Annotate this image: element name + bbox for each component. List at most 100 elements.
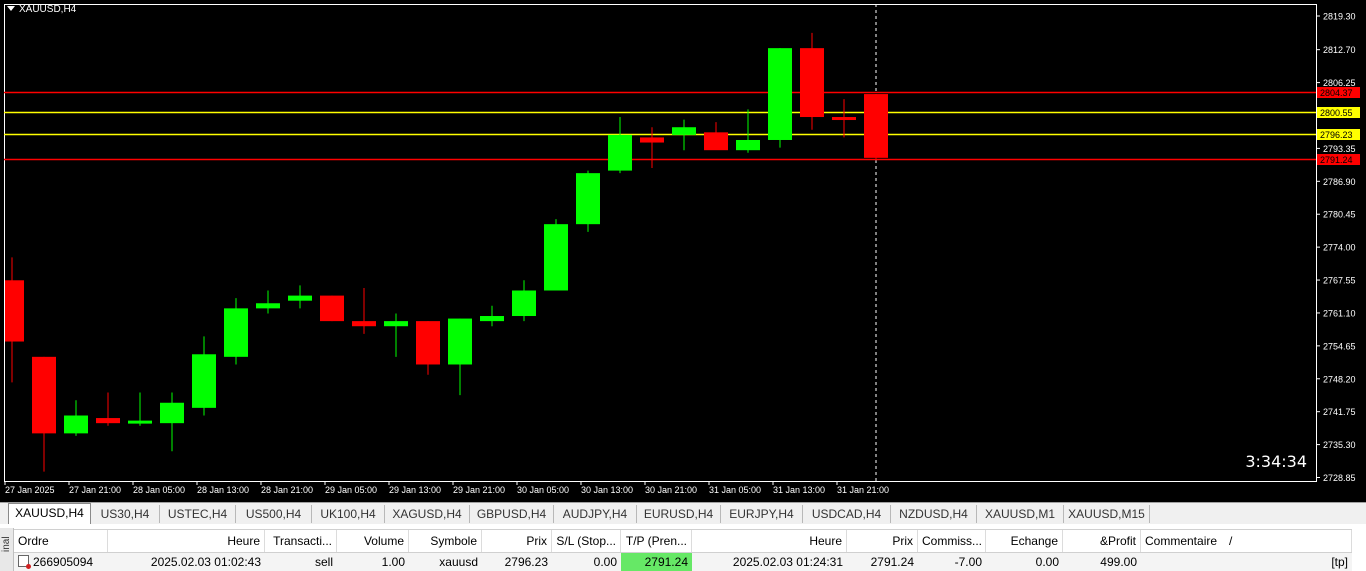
cell-sl: 0.00: [593, 555, 617, 569]
column-header-commentaire[interactable]: Commentaire /: [1141, 530, 1352, 552]
candle-body: [5, 280, 24, 342]
tab-xauusd-h4[interactable]: XAUUSD,H4: [8, 503, 91, 524]
column-header-prix-close[interactable]: Prix: [847, 530, 918, 552]
tab-ustec-h4[interactable]: USTEC,H4: [160, 505, 236, 523]
price-level-label: 2804.37: [1320, 88, 1353, 98]
column-header-sl[interactable]: S/L (Stop...: [552, 530, 621, 552]
y-tick-label: 2774.00: [1323, 243, 1356, 253]
candle-body: [448, 318, 472, 365]
chart-symbol-label: XAUUSD,H4: [19, 4, 77, 15]
x-tick-label: 29 Jan 13:00: [389, 485, 441, 495]
y-tick-label: 2806.25: [1323, 78, 1356, 88]
sort-indicator: /: [1229, 534, 1233, 548]
chart-window[interactable]: 2819.30 2812.70 2806.25 2800.55 2793.35 2786.…: [0, 0, 1366, 502]
tab-usdcad-h4[interactable]: USDCAD,H4: [803, 505, 891, 523]
chart-title: XAUUSD,H4: [7, 4, 76, 16]
x-tick-label: 30 Jan 05:00: [517, 485, 569, 495]
candle-body: [544, 224, 568, 291]
tab-us500-h4[interactable]: US500,H4: [236, 505, 312, 523]
tab-eurusd-h4[interactable]: EURUSD,H4: [637, 505, 721, 523]
tab-gbpusd-h4[interactable]: GBPUSD,H4: [470, 505, 554, 523]
terminal-side-label: inal: [0, 528, 14, 571]
y-tick-label: 2780.45: [1323, 210, 1356, 220]
y-tick-label: 2761.10: [1323, 308, 1356, 318]
cell-transaction: sell: [314, 555, 333, 569]
tab-xagusd-h4[interactable]: XAGUSD,H4: [385, 505, 470, 523]
tab-audjpy-h4[interactable]: AUDJPY,H4: [554, 505, 637, 523]
column-header-prix-open[interactable]: Prix: [482, 530, 552, 552]
column-header-commission[interactable]: Commiss...: [918, 530, 986, 552]
y-tick-label: 2812.70: [1323, 45, 1356, 55]
candle-body: [768, 48, 792, 140]
y-tick-label: 2748.20: [1323, 374, 1356, 384]
chart-tabs-bar: XAUUSD,H4 US30,H4 USTEC,H4 US500,H4 UK100,H4…: [0, 502, 1366, 524]
column-header-tp[interactable]: T/P (Pren...: [621, 530, 692, 552]
x-tick-label: 27 Jan 2025: [5, 485, 55, 495]
cell-heure-close: 2025.02.03 01:24:31: [732, 555, 843, 569]
dropdown-triangle-icon[interactable]: [7, 6, 15, 11]
x-tick-label: 29 Jan 21:00: [453, 485, 505, 495]
candle-body: [480, 316, 504, 322]
candle-body: [64, 415, 88, 434]
y-tick-label: 2741.75: [1323, 407, 1356, 417]
x-tick-label: 30 Jan 21:00: [645, 485, 697, 495]
tab-xauusd-m15[interactable]: XAUUSD,M15: [1064, 505, 1150, 523]
candle-body: [256, 303, 280, 309]
price-level-label: 2800.55: [1320, 108, 1353, 118]
candle-countdown-timer: 3:34:34: [1245, 452, 1307, 471]
cell-tp: 2791.24: [621, 553, 692, 571]
column-header-ordre[interactable]: Ordre: [14, 530, 108, 552]
plot-border: [4, 4, 1317, 482]
column-header-profit[interactable]: &Profit: [1063, 530, 1141, 552]
tab-us30-h4[interactable]: US30,H4: [91, 505, 160, 523]
cell-volume: 1.00: [381, 555, 405, 569]
candle-body: [224, 308, 248, 357]
candle-body: [800, 48, 824, 118]
tab-xauusd-m1[interactable]: XAUUSD,M1: [977, 505, 1064, 523]
x-tick-label: 27 Jan 21:00: [69, 485, 121, 495]
cell-echange: 0.00: [1035, 555, 1059, 569]
candle-body: [640, 137, 664, 143]
candle-body: [608, 134, 632, 171]
candle-body: [32, 356, 56, 434]
y-tick-label: 2819.30: [1323, 12, 1356, 22]
column-header-heure-close[interactable]: Heure: [692, 530, 847, 552]
candle-body: [160, 402, 184, 424]
column-header-heure-open[interactable]: Heure: [108, 530, 265, 552]
candle-body: [96, 418, 120, 424]
column-header-symbole[interactable]: Symbole: [409, 530, 482, 552]
y-tick-label: 2767.55: [1323, 276, 1356, 286]
cell-prix-close: 2791.24: [870, 555, 914, 569]
candle-body: [512, 290, 536, 317]
candle-body: [576, 173, 600, 225]
price-chart[interactable]: 2819.30 2812.70 2806.25 2800.55 2793.35 2786.…: [0, 0, 1366, 502]
tab-eurjpy-h4[interactable]: EURJPY,H4: [721, 505, 803, 523]
column-header-transaction[interactable]: Transacti...: [265, 530, 337, 552]
terminal-panel: inal Ordre Heure Transacti... Volume Symbole…: [0, 524, 1366, 571]
trade-table-header: Ordre Heure Transacti... Volume Symbole Prix S…: [14, 529, 1352, 553]
candle-body: [416, 321, 440, 365]
candle-body: [352, 321, 376, 327]
order-icon: [18, 555, 31, 569]
cell-commentaire: [tp]: [1331, 555, 1348, 569]
column-header-echange[interactable]: Echange: [986, 530, 1063, 552]
candle-body: [672, 127, 696, 135]
cell-profit: 499.00: [1100, 555, 1137, 569]
table-row[interactable]: 266905094 2025.02.03 01:02:43 sell 1.00 xauu…: [14, 553, 1352, 571]
y-tick-label: 2793.35: [1323, 144, 1356, 154]
y-tick-label: 2728.85: [1323, 473, 1356, 483]
cell-prix-open: 2796.23: [504, 555, 548, 569]
candle-body: [320, 295, 344, 322]
column-header-volume[interactable]: Volume: [337, 530, 409, 552]
candle-body: [288, 295, 312, 301]
candle-body: [192, 354, 216, 408]
candle-body: [832, 117, 856, 121]
tab-nzdusd-h4[interactable]: NZDUSD,H4: [891, 505, 977, 523]
x-tick-label: 30 Jan 13:00: [581, 485, 633, 495]
x-tick-label: 31 Jan 05:00: [709, 485, 761, 495]
cell-commission: -7.00: [954, 555, 982, 569]
candle-body: [704, 132, 728, 151]
tab-uk100-h4[interactable]: UK100,H4: [312, 505, 385, 523]
cell-symbole: xauusd: [439, 555, 478, 569]
x-tick-label: 28 Jan 13:00: [197, 485, 249, 495]
